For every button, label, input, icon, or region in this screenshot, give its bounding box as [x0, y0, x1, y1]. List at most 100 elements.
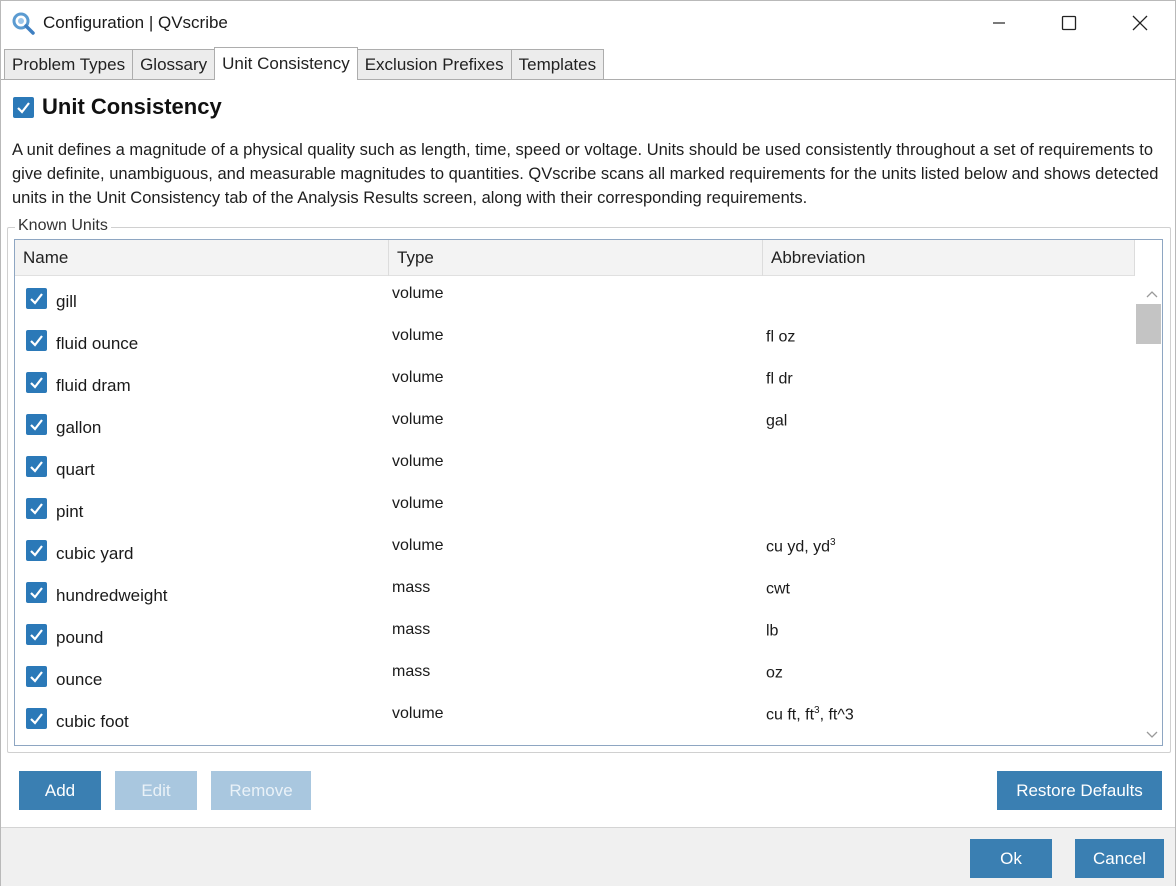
unit-type: volume — [392, 537, 444, 554]
maximize-icon — [1061, 15, 1077, 31]
unit-row[interactable]: fluid dram volume fl dr — [15, 360, 1135, 402]
unit-type: mass — [392, 663, 431, 680]
checkmark-icon — [30, 713, 43, 725]
abbreviation-text: cwt — [766, 580, 790, 598]
tab-strip-divider — [1, 79, 1175, 80]
section-title: Unit Consistency — [42, 94, 222, 119]
tab-exclusion-prefixes[interactable]: Exclusion Prefixes — [356, 49, 512, 80]
checkmark-icon — [30, 671, 43, 683]
unit-abbreviation: fl dr — [766, 369, 793, 388]
unit-row[interactable]: hundredweight mass cwt — [15, 570, 1135, 612]
unit-name: cubic yard — [56, 544, 134, 563]
column-header-abbreviation[interactable]: Abbreviation — [763, 240, 1135, 276]
checkmark-icon — [30, 293, 43, 305]
close-button[interactable] — [1105, 1, 1175, 45]
checkmark-icon — [30, 335, 43, 347]
unit-enabled-checkbox[interactable] — [26, 540, 47, 561]
enable-unit-consistency-checkbox[interactable] — [13, 96, 34, 118]
unit-row[interactable]: quart volume — [15, 444, 1135, 486]
tab-unit-consistency[interactable]: Unit Consistency — [214, 47, 358, 80]
title-bar: Configuration | QVscribe — [1, 1, 1175, 45]
abbreviation-text: fl dr — [766, 370, 793, 388]
unit-enabled-checkbox[interactable] — [26, 582, 47, 603]
known-units-grid[interactable]: Name Type Abbreviation gill volume fluid o… — [14, 239, 1163, 746]
unit-abbreviation: oz — [766, 663, 783, 682]
unit-name: fluid ounce — [56, 334, 139, 353]
checkmark-icon — [17, 101, 30, 114]
known-units-label: Known Units — [15, 217, 111, 235]
add-button[interactable]: Add — [19, 771, 101, 810]
vertical-scrollbar[interactable] — [1135, 276, 1162, 745]
unit-type: mass — [392, 579, 431, 596]
unit-name: ounce — [56, 670, 103, 689]
abbreviation-text: oz — [766, 664, 783, 682]
unit-name: cubic foot — [56, 712, 129, 731]
window-title: Configuration | QVscribe — [43, 13, 228, 32]
unit-abbreviation: cwt — [766, 579, 790, 598]
unit-enabled-checkbox[interactable] — [26, 330, 47, 351]
qvscribe-logo-icon — [11, 11, 35, 35]
unit-row[interactable]: gallon volume gal — [15, 402, 1135, 444]
abbreviation-text: fl oz — [766, 328, 796, 346]
grid-header: Name Type Abbreviation — [15, 240, 1135, 276]
maximize-button[interactable] — [1034, 1, 1104, 45]
unit-name: pint — [56, 502, 84, 521]
unit-enabled-checkbox[interactable] — [26, 372, 47, 393]
remove-button[interactable]: Remove — [211, 771, 311, 810]
unit-row[interactable]: ounce mass oz — [15, 654, 1135, 696]
tab-glossary[interactable]: Glossary — [132, 49, 216, 80]
unit-row[interactable]: fluid ounce volume fl oz — [15, 318, 1135, 360]
abbreviation-text: gal — [766, 412, 788, 430]
abbreviation-text: cu yd, yd — [766, 538, 831, 556]
unit-enabled-checkbox[interactable] — [26, 414, 47, 435]
unit-type: volume — [392, 495, 444, 512]
unit-type: mass — [392, 621, 431, 638]
unit-row[interactable]: gill volume — [15, 276, 1135, 318]
unit-enabled-checkbox[interactable] — [26, 498, 47, 519]
tab-problem-types[interactable]: Problem Types — [4, 49, 134, 80]
unit-enabled-checkbox[interactable] — [26, 456, 47, 477]
close-icon — [1132, 15, 1148, 31]
checkmark-icon — [30, 503, 43, 515]
edit-button[interactable]: Edit — [115, 771, 197, 810]
checkmark-icon — [30, 377, 43, 389]
checkmark-icon — [30, 587, 43, 599]
unit-name: gallon — [56, 418, 102, 437]
minimize-icon — [993, 22, 1005, 24]
column-header-type[interactable]: Type — [389, 240, 763, 276]
unit-type: volume — [392, 327, 444, 344]
abbreviation-superscript: 3 — [830, 537, 836, 548]
unit-enabled-checkbox[interactable] — [26, 666, 47, 687]
unit-row[interactable]: pound mass lb — [15, 612, 1135, 654]
unit-enabled-checkbox[interactable] — [26, 708, 47, 729]
ok-button[interactable]: Ok — [970, 839, 1052, 878]
unit-name: gill — [56, 292, 77, 311]
checkmark-icon — [30, 419, 43, 431]
scrollbar-thumb[interactable] — [1136, 304, 1161, 344]
unit-enabled-checkbox[interactable] — [26, 624, 47, 645]
grid-rows: gill volume fluid ounce volume fl oz fluid dr… — [15, 276, 1135, 738]
unit-type: volume — [392, 453, 444, 470]
tab-templates[interactable]: Templates — [510, 49, 605, 80]
unit-type: volume — [392, 369, 444, 386]
unit-enabled-checkbox[interactable] — [26, 288, 47, 309]
unit-abbreviation: lb — [766, 621, 778, 640]
scroll-down-arrow-icon[interactable] — [1146, 726, 1158, 744]
unit-type: volume — [392, 285, 444, 302]
column-header-name[interactable]: Name — [15, 240, 389, 276]
cancel-button[interactable]: Cancel — [1075, 839, 1164, 878]
unit-abbreviation: gal — [766, 411, 787, 430]
section-description: A unit defines a magnitude of a physical… — [12, 141, 1159, 207]
section-header: Unit Consistency — [13, 94, 222, 120]
unit-name: quart — [56, 460, 95, 479]
unit-name: hundredweight — [56, 586, 168, 605]
unit-abbreviation: cu yd, yd3 — [766, 537, 836, 556]
scroll-up-arrow-icon[interactable] — [1146, 285, 1158, 303]
restore-defaults-button[interactable]: Restore Defaults — [997, 771, 1162, 810]
unit-row[interactable]: pint volume — [15, 486, 1135, 528]
unit-row[interactable]: cubic foot volume cu ft, ft3, ft^3 — [15, 696, 1135, 738]
abbreviation-text: cu ft, ft — [766, 706, 815, 724]
minimize-button[interactable] — [964, 1, 1034, 45]
unit-row[interactable]: cubic yard volume cu yd, yd3 — [15, 528, 1135, 570]
unit-abbreviation: fl oz — [766, 327, 795, 346]
